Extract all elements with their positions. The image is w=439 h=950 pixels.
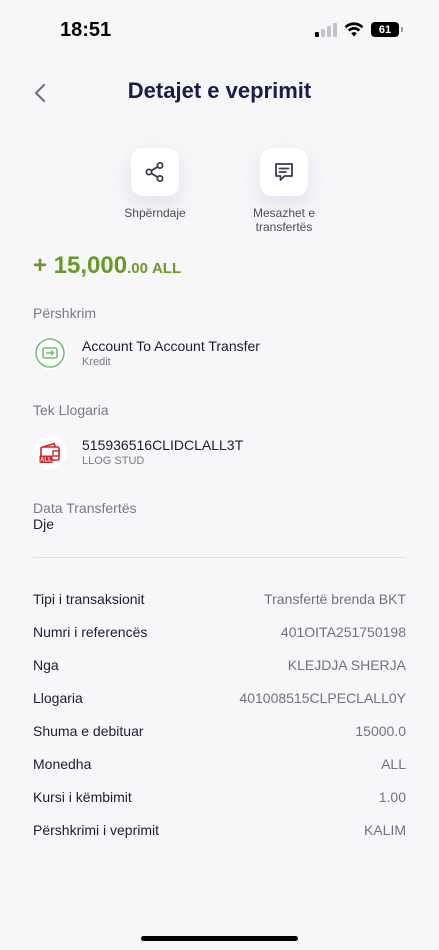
detail-label: Kursi i këmbimit — [33, 789, 132, 805]
account-number: 515936516CLIDCLALL3T — [82, 437, 244, 453]
detail-value: 401008515CLPECLALL0Y — [239, 690, 406, 706]
description-title: Account To Account Transfer — [82, 338, 260, 354]
wallet-icon: ALL — [33, 435, 67, 469]
account-type: LLOG STUD — [82, 455, 145, 467]
detail-value: 15000.0 — [355, 723, 406, 739]
share-icon — [145, 162, 164, 182]
detail-row: Shuma e debituar 15000.0 — [33, 723, 406, 739]
message-icon — [275, 163, 293, 181]
divider — [33, 557, 406, 558]
detail-row: Përshkrimi i veprimit KALIM — [33, 822, 406, 838]
transfer-messages-button[interactable]: Mesazhet e transfertës — [229, 148, 339, 234]
signal-icon — [315, 22, 337, 37]
home-indicator[interactable] — [141, 936, 298, 941]
detail-value: ALL — [381, 756, 406, 772]
detail-value: Transfertë brenda BKT — [264, 591, 406, 607]
detail-label: Nga — [33, 657, 59, 673]
detail-label: Tipi i transaksionit — [33, 591, 145, 607]
amount-currency: ALL — [151, 260, 182, 277]
message-icon-box — [260, 148, 308, 196]
description-subtitle: Kredit — [82, 356, 111, 368]
messages-label: Mesazhet e transfertës — [252, 206, 316, 234]
detail-label: Shuma e debituar — [33, 723, 144, 739]
detail-label: Përshkrimi i veprimit — [33, 822, 160, 838]
wallet-badge-text: ALL — [40, 457, 52, 463]
detail-value: 1.00 — [378, 789, 406, 805]
detail-row: Llogaria 401008515CLPECLALL0Y — [33, 690, 406, 706]
detail-label: Llogaria — [33, 690, 83, 706]
detail-label: Numri i referencës — [33, 624, 148, 640]
status-time: 18:51 — [60, 19, 112, 41]
detail-row: Nga KLEJDJA SHERJA — [33, 657, 406, 673]
description-row: Account To Account Transfer Kredit — [33, 336, 260, 370]
account-label: Tek Llogaria — [33, 402, 109, 418]
detail-value: KALIM — [363, 822, 406, 838]
detail-row: Monedha ALL — [33, 756, 406, 772]
detail-value: KLEJDJA SHERJA — [287, 657, 406, 673]
transaction-amount: + 15,000.00 ALL — [33, 252, 181, 280]
detail-label: Monedha — [33, 756, 92, 772]
detail-value: 401OITA251750198 — [280, 624, 406, 640]
share-label: Shpërndaje — [124, 206, 186, 220]
amount-main: + 15,000 — [33, 252, 128, 279]
transfer-icon — [33, 336, 67, 370]
amount-decimals: .00 — [127, 260, 148, 277]
transfer-date-label: Data Transfertës — [33, 500, 137, 516]
status-icons: 61 — [315, 22, 403, 37]
share-icon-box — [131, 148, 179, 196]
status-bar: 18:51 61 — [0, 0, 439, 60]
wifi-icon — [344, 22, 364, 37]
transfer-date-value: Dje — [33, 516, 55, 532]
page-title: Detajet e veprimit — [127, 78, 312, 103]
detail-row: Tipi i transaksionit Transfertë brenda B… — [33, 591, 406, 607]
description-label: Përshkrim — [33, 305, 97, 321]
detail-row: Numri i referencës 401OITA251750198 — [33, 624, 406, 640]
battery-icon: 61 — [371, 22, 403, 37]
account-row: ALL 515936516CLIDCLALL3T LLOG STUD — [33, 435, 243, 469]
detail-row: Kursi i këmbimit 1.00 — [33, 789, 406, 805]
share-button[interactable]: Shpërndaje — [100, 148, 210, 220]
